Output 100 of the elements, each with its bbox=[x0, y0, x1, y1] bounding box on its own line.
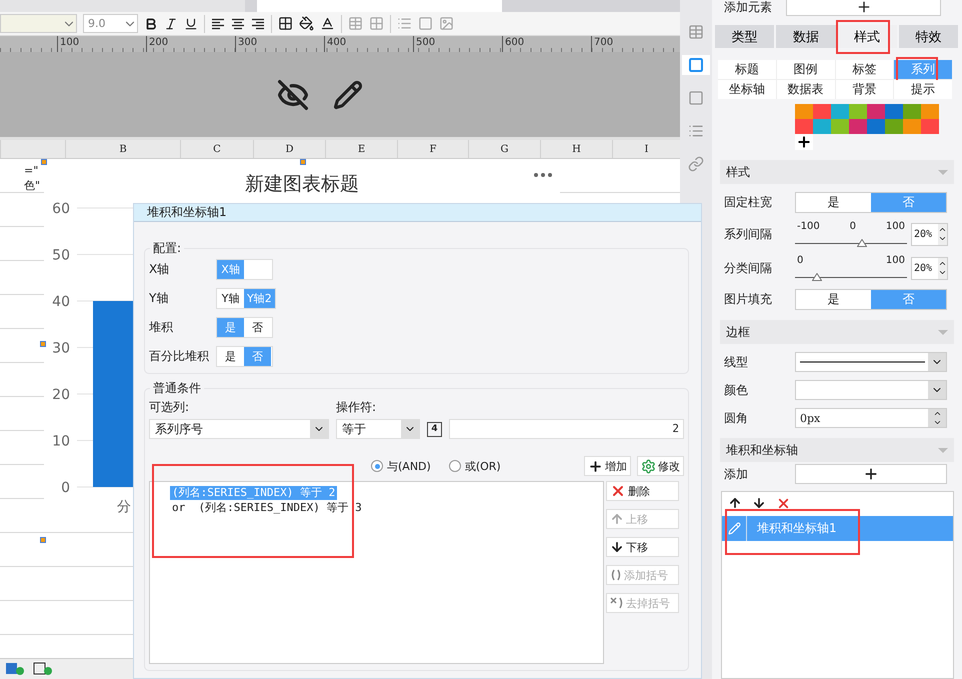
font-color-icon[interactable] bbox=[320, 16, 335, 31]
percent-spinner[interactable]: 20% bbox=[911, 222, 948, 246]
slider-tick-label: 100 bbox=[886, 255, 905, 266]
color-swatch[interactable] bbox=[849, 104, 867, 119]
section-title: 边框 bbox=[726, 324, 750, 340]
image-icon[interactable] bbox=[439, 16, 454, 31]
section-header[interactable]: 堆积和坐标轴 bbox=[720, 438, 954, 462]
axis-tick-label: 30 bbox=[52, 340, 70, 356]
condition-item[interactable]: or (列名:SERIES_INDEX) 等于 3 bbox=[170, 501, 364, 515]
field-label: 添加元素 bbox=[724, 0, 772, 16]
color-swatch[interactable] bbox=[885, 104, 903, 119]
sub-tab[interactable]: 图例 bbox=[776, 60, 834, 79]
column-header[interactable]: E bbox=[325, 140, 397, 158]
slider-tick-label: 0 bbox=[797, 255, 804, 266]
sub-tab[interactable]: 背景 bbox=[836, 80, 894, 99]
value-field[interactable]: 2 bbox=[449, 419, 684, 439]
align-icon[interactable] bbox=[211, 18, 225, 30]
square-icon[interactable] bbox=[682, 55, 710, 75]
align-icon[interactable] bbox=[231, 18, 245, 30]
color-swatch[interactable] bbox=[813, 104, 831, 119]
plus-icon bbox=[863, 466, 879, 482]
square-icon[interactable] bbox=[418, 16, 433, 31]
value-type-button[interactable]: 4 bbox=[427, 422, 442, 436]
action-button[interactable]: 修改 bbox=[637, 456, 684, 476]
color-select[interactable] bbox=[795, 380, 947, 400]
operator-select[interactable]: 等于 bbox=[336, 419, 420, 439]
column-header[interactable]: C bbox=[180, 140, 253, 158]
add-color-button[interactable] bbox=[795, 134, 813, 150]
border-icon[interactable] bbox=[278, 16, 293, 31]
action-button[interactable]: 增加 bbox=[584, 456, 631, 476]
eye-off-icon[interactable] bbox=[277, 78, 309, 110]
color-swatch[interactable] bbox=[813, 119, 831, 134]
dialog-title: 堆积和坐标轴1 bbox=[147, 204, 227, 221]
color-swatch[interactable] bbox=[921, 104, 939, 119]
column-header[interactable]: G bbox=[468, 140, 540, 158]
field-label: 固定柱宽 bbox=[724, 194, 773, 211]
color-swatch[interactable] bbox=[903, 104, 921, 119]
caret-icon bbox=[938, 170, 948, 174]
color-swatch[interactable] bbox=[831, 104, 849, 119]
column-header[interactable]: B bbox=[65, 140, 180, 158]
radio-label: 或(OR) bbox=[464, 458, 501, 474]
radio-button[interactable] bbox=[448, 460, 461, 472]
column-header[interactable]: F bbox=[397, 140, 468, 158]
color-swatch[interactable] bbox=[867, 104, 885, 119]
percent-spinner[interactable]: 20% bbox=[911, 256, 948, 280]
slider-thumb[interactable] bbox=[857, 239, 868, 247]
tab[interactable]: 类型 bbox=[715, 25, 774, 48]
add-element-field[interactable] bbox=[786, 0, 941, 16]
bold-icon[interactable] bbox=[144, 16, 158, 30]
column-header[interactable]: H bbox=[540, 140, 612, 158]
chevron-down-icon bbox=[938, 234, 947, 243]
radius-spinner[interactable]: 0px bbox=[795, 408, 947, 428]
sub-tab[interactable]: 标签 bbox=[836, 60, 894, 79]
section-title: 样式 bbox=[726, 164, 750, 180]
section-title: 堆积和坐标轴 bbox=[726, 442, 798, 458]
radio-option[interactable]: 与(AND) bbox=[371, 458, 431, 474]
color-swatch[interactable] bbox=[921, 119, 939, 134]
color-swatch[interactable] bbox=[795, 119, 813, 134]
color-swatch[interactable] bbox=[849, 119, 867, 134]
table-icon[interactable] bbox=[348, 16, 363, 31]
field-label: 添加 bbox=[724, 466, 749, 482]
brackets-icon bbox=[610, 569, 622, 581]
more-icon[interactable] bbox=[534, 173, 552, 177]
sub-tab[interactable]: 坐标轴 bbox=[718, 80, 776, 99]
sub-tab[interactable]: 标题 bbox=[718, 60, 776, 79]
color-swatch[interactable] bbox=[885, 119, 903, 134]
sub-tab[interactable]: 数据表 bbox=[776, 80, 834, 99]
grid-icon[interactable] bbox=[369, 16, 384, 31]
italic-icon[interactable] bbox=[164, 16, 178, 30]
color-swatch[interactable] bbox=[867, 119, 885, 134]
section-header[interactable]: 样式 bbox=[720, 160, 954, 184]
sub-tab[interactable]: 提示 bbox=[894, 80, 952, 99]
list-icon[interactable] bbox=[397, 16, 412, 31]
radio-button[interactable] bbox=[371, 460, 383, 472]
pencil-icon[interactable] bbox=[333, 80, 363, 110]
radio-option[interactable]: 或(OR) bbox=[448, 458, 501, 474]
align-icon[interactable] bbox=[251, 18, 265, 30]
close-icon[interactable] bbox=[776, 496, 791, 511]
chevron-down-icon bbox=[938, 268, 947, 277]
tab[interactable]: 特效 bbox=[898, 25, 958, 48]
column-select[interactable]: 系列序号 bbox=[149, 419, 329, 439]
underline-icon[interactable] bbox=[184, 16, 198, 30]
field-label: 百分比堆积 bbox=[149, 348, 210, 365]
color-swatch[interactable] bbox=[795, 104, 813, 119]
add-sheet-icon[interactable] bbox=[33, 662, 53, 676]
slider-thumb[interactable] bbox=[812, 273, 822, 281]
color-swatch[interactable] bbox=[831, 119, 849, 134]
column-header[interactable]: D bbox=[253, 140, 325, 158]
color-swatch[interactable] bbox=[903, 119, 921, 134]
tab[interactable]: 样式 bbox=[838, 25, 897, 48]
side-button[interactable]: 删除 bbox=[606, 481, 679, 501]
add-button[interactable] bbox=[795, 464, 947, 484]
line-style-select[interactable] bbox=[795, 352, 947, 372]
font-field[interactable] bbox=[0, 14, 77, 33]
font-size-field[interactable]: 9.0 bbox=[83, 14, 138, 33]
paint-bucket-icon[interactable] bbox=[299, 16, 314, 31]
side-button[interactable]: 下移 bbox=[606, 537, 679, 557]
tab[interactable]: 数据 bbox=[776, 25, 836, 48]
arrow-down-icon bbox=[610, 540, 624, 554]
section-header[interactable]: 边框 bbox=[720, 320, 954, 344]
